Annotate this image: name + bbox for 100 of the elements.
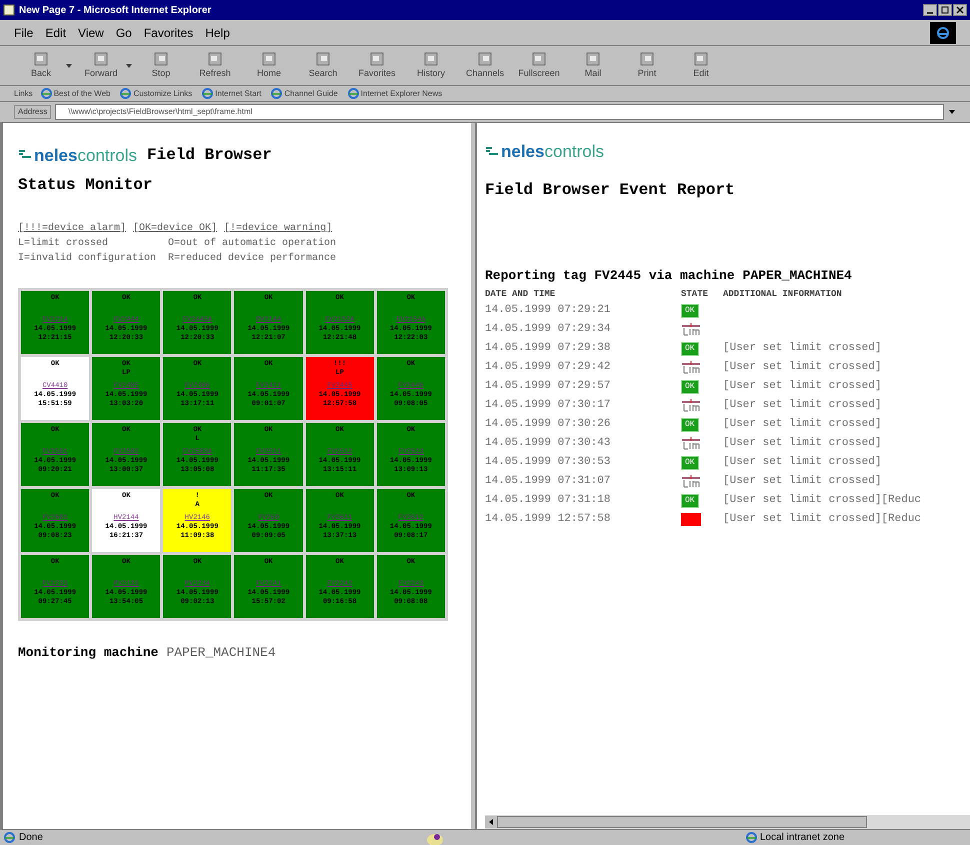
legend-link[interactable]: [!=device warning] (224, 221, 332, 236)
toolbar-icon (92, 50, 110, 67)
menu-item[interactable]: Edit (45, 24, 66, 42)
toolbar-icon (260, 50, 278, 67)
toolbar-button[interactable]: Refresh (190, 50, 240, 80)
window-title: New Page 7 - Microsoft Internet Explorer (19, 4, 212, 18)
links-label: Links (14, 88, 33, 100)
event-time: 14.05.1999 07:31:18 (485, 493, 612, 508)
toolbar-button[interactable]: Channels (460, 50, 510, 80)
dropdown-arrow-icon[interactable] (126, 64, 132, 68)
horizontal-scrollbar[interactable] (485, 815, 970, 829)
report-title: Field Browser Event Report (485, 180, 736, 201)
event-time: 14.05.1999 07:29:34 (485, 322, 612, 338)
toolbar-button[interactable]: Favorites (352, 50, 402, 80)
globe-icon (936, 26, 950, 40)
toolbar-button[interactable]: Edit (676, 50, 726, 80)
toolbar-icon (476, 50, 494, 67)
event-time: 14.05.1999 07:29:57 (485, 379, 612, 394)
toolbar-button[interactable]: Back (16, 50, 66, 80)
toolbar-button[interactable]: Home (244, 50, 294, 80)
globe-icon (40, 88, 52, 99)
event-info: [User set limit crossed] (723, 360, 882, 376)
status-text: Done (19, 831, 44, 845)
monitoring-label: Monitoring machine (18, 644, 158, 662)
legend-text: I=invalid configuration R=reduced device performance (18, 252, 338, 266)
link-button[interactable]: Customize Links (118, 88, 194, 100)
event-info: [User set limit crossed] (723, 474, 882, 490)
machine-name: PAPER_MACHINE4 (166, 644, 276, 662)
toolbar-button[interactable]: Mail (568, 50, 618, 80)
toolbar-icon (584, 50, 602, 67)
menu-item[interactable]: File (14, 24, 34, 42)
event-time: 14.05.1999 07:29:42 (485, 360, 612, 376)
legend-link[interactable]: [OK=device OK] (133, 221, 218, 236)
globe-icon (348, 88, 359, 99)
link-button[interactable]: Internet Start (200, 88, 264, 100)
reporting-label: Reporting tag FV2445 via machine (485, 267, 735, 285)
globe-icon (4, 832, 15, 843)
menu-item[interactable]: View (78, 24, 104, 42)
event-info: [User set limit crossed][Reduc (723, 512, 922, 528)
toolbar-icon (638, 50, 656, 67)
logo-icon (18, 149, 32, 161)
ok-badge: OK (681, 342, 699, 356)
ok-badge: OK (681, 380, 699, 394)
page-icon (3, 4, 15, 16)
toolbar-icon (314, 50, 332, 67)
menu-item[interactable]: Help (205, 24, 230, 42)
toolbar-icon (206, 50, 224, 67)
close-button[interactable] (953, 4, 967, 16)
event-info: [User set limit crossed] (723, 398, 882, 414)
page-subtitle: Status Monitor (18, 175, 154, 196)
address-label: Address (14, 105, 52, 119)
event-info: [User set limit crossed] (723, 455, 882, 470)
toolbar-button[interactable]: Search (298, 50, 348, 80)
toolbar-button[interactable]: Stop (136, 50, 186, 80)
logo-icon (485, 146, 499, 158)
column-header: STATE (681, 288, 710, 300)
maximize-button[interactable] (938, 4, 952, 16)
link-button[interactable]: Internet Explorer News (346, 88, 444, 100)
menu-item[interactable]: Go (116, 24, 132, 42)
event-time: 14.05.1999 12:57:58 (485, 512, 612, 528)
toolbar-button[interactable]: Fullscreen (514, 50, 564, 80)
toolbar-icon (422, 50, 440, 67)
event-time: 14.05.1999 07:29:21 (485, 303, 612, 318)
legend-link[interactable]: [!!!=device alarm] (18, 221, 126, 236)
toolbar-icon (32, 50, 50, 67)
globe-icon (746, 832, 757, 843)
globe-icon (120, 88, 132, 99)
page-title: Field Browser (147, 145, 272, 166)
event-time: 14.05.1999 07:31:07 (485, 474, 612, 490)
event-time: 14.05.1999 07:30:53 (485, 455, 612, 470)
toolbar-button[interactable]: Print (622, 50, 672, 80)
zone-text: Local intranet zone (746, 830, 966, 845)
address-field[interactable]: \\www\c\projects\FieldBrowser\html_sept\frame.html (55, 104, 944, 120)
toolbar-icon (692, 50, 710, 67)
menu-item[interactable]: Favorites (144, 24, 194, 42)
toolbar-button[interactable]: Forward (76, 50, 126, 80)
scroll-thumb[interactable] (497, 816, 867, 828)
event-time: 14.05.1999 07:30:43 (485, 436, 612, 452)
event-info: [User set limit crossed] (723, 436, 882, 452)
toolbar-button[interactable]: History (406, 50, 456, 80)
toolbar-icon (530, 50, 548, 67)
globe-icon (271, 88, 282, 99)
scroll-left-icon[interactable] (485, 816, 497, 828)
event-info: [User set limit crossed] (723, 341, 882, 356)
ok-badge: OK (681, 456, 699, 470)
toolbar-icon (152, 50, 170, 67)
event-time: 14.05.1999 07:30:26 (485, 417, 612, 432)
column-header: DATE AND TIME (485, 288, 556, 300)
ok-badge: OK (681, 418, 699, 432)
logo-text: nelescontrols (501, 143, 604, 160)
link-button[interactable]: Best of the Web (38, 88, 112, 100)
link-button[interactable]: Channel Guide (269, 88, 340, 100)
machine-name: PAPER_MACHINE4 (742, 267, 852, 285)
ok-badge: OK (681, 494, 699, 508)
dropdown-arrow-icon[interactable] (66, 64, 72, 68)
event-time: 14.05.1999 07:29:38 (485, 341, 612, 356)
event-time: 14.05.1999 07:30:17 (485, 398, 612, 414)
event-info: [User set limit crossed] (723, 417, 882, 432)
minimize-button[interactable] (923, 4, 937, 16)
event-info: [User set limit crossed] (723, 379, 882, 394)
